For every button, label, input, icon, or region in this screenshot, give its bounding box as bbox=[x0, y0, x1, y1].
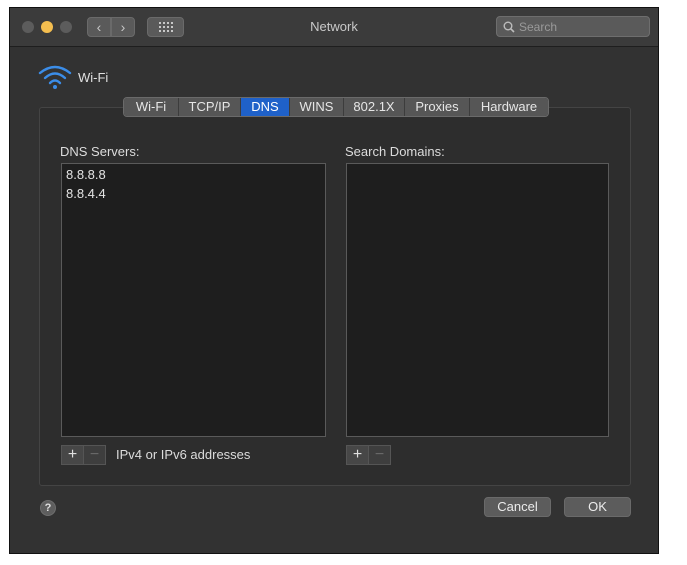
dns-server-row[interactable]: 8.8.4.4 bbox=[62, 184, 325, 203]
search-domains-add-remove-control: + − bbox=[346, 445, 391, 465]
search-icon bbox=[503, 21, 515, 33]
add-search-domain-button[interactable]: + bbox=[347, 446, 369, 464]
ok-button[interactable]: OK bbox=[564, 497, 631, 517]
tab-dns[interactable]: DNS bbox=[241, 98, 290, 116]
dns-add-remove-control: + − bbox=[61, 445, 106, 465]
dns-servers-list[interactable]: 8.8.8.8 8.8.4.4 bbox=[61, 163, 326, 437]
tab-wifi[interactable]: Wi-Fi bbox=[124, 98, 179, 116]
cancel-button[interactable]: Cancel bbox=[484, 497, 551, 517]
dns-settings-panel: DNS Servers: 8.8.8.8 8.8.4.4 + − IPv4 or… bbox=[39, 107, 631, 486]
tab-bar: Wi-Fi TCP/IP DNS WINS 802.1X Proxies Har… bbox=[123, 97, 549, 117]
help-button[interactable]: ? bbox=[40, 500, 56, 516]
remove-dns-server-button[interactable]: − bbox=[84, 446, 105, 464]
search-field[interactable]: Search bbox=[496, 16, 650, 37]
search-domains-label: Search Domains: bbox=[345, 144, 445, 159]
search-placeholder: Search bbox=[519, 20, 558, 34]
tab-proxies[interactable]: Proxies bbox=[405, 98, 470, 116]
search-domains-list[interactable] bbox=[346, 163, 609, 437]
network-preferences-window: ‹ › Network Search Wi-Fi DNS Servers: 8.… bbox=[9, 7, 659, 554]
tab-hardware[interactable]: Hardware bbox=[470, 98, 548, 116]
dns-servers-label: DNS Servers: bbox=[60, 144, 140, 159]
service-name: Wi-Fi bbox=[78, 70, 109, 85]
tab-wins[interactable]: WINS bbox=[290, 98, 344, 116]
service-header: Wi-Fi bbox=[38, 63, 158, 93]
add-dns-server-button[interactable]: + bbox=[62, 446, 84, 464]
tab-tcp-ip[interactable]: TCP/IP bbox=[179, 98, 241, 116]
wifi-icon bbox=[38, 65, 72, 89]
dns-server-row[interactable]: 8.8.8.8 bbox=[62, 165, 325, 184]
remove-search-domain-button[interactable]: − bbox=[369, 446, 390, 464]
dns-hint-text: IPv4 or IPv6 addresses bbox=[116, 447, 251, 462]
tab-802-1x[interactable]: 802.1X bbox=[344, 98, 405, 116]
title-bar: ‹ › Network Search bbox=[10, 8, 658, 47]
